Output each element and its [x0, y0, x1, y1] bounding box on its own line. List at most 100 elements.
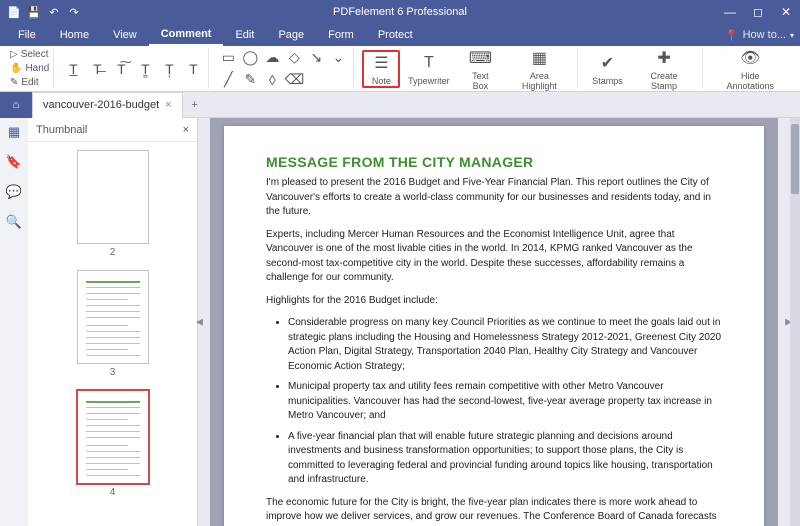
body-text: Highlights for the 2016 Budget include: — [266, 294, 722, 309]
menu-view[interactable]: View — [101, 24, 149, 46]
shape-tools: ▭ ◯ ☁ ◇ ↘ ⌄ ╱ ✎ ◊ ⌫ — [213, 48, 354, 89]
rect-icon[interactable]: ▭ — [217, 47, 239, 69]
eraser-icon[interactable]: ◊ — [261, 69, 283, 91]
menu-bar: File Home View Comment Edit Page Form Pr… — [0, 24, 800, 46]
area-highlight-button[interactable]: ▦ Area Highlight — [505, 45, 573, 93]
page-heading: MESSAGE FROM THE CITY MANAGER — [266, 154, 722, 170]
hide-annotations-group: 👁 Hide Annotations — [707, 48, 794, 89]
howto-link[interactable]: 📍 How to... ▾ — [725, 29, 794, 42]
page-left-caret[interactable]: ◀ — [196, 317, 203, 328]
home-icon: ⌂ — [13, 99, 20, 111]
menu-page[interactable]: Page — [266, 24, 316, 46]
save-icon[interactable]: 💾 — [26, 4, 42, 20]
close-panel-icon[interactable]: × — [183, 124, 189, 136]
window-controls: — ◻ ✕ — [716, 0, 800, 24]
thumbnail-panel: Thumbnail × 2 3 4 — [28, 118, 198, 526]
delete-shape-icon[interactable]: ⌫ — [283, 69, 305, 91]
annotation-buttons: ☰ Note T Typewriter ⌨ Text Box ▦ Area Hi… — [358, 48, 578, 89]
hand-tool[interactable]: ✋Hand — [10, 62, 49, 76]
workspace: ▦ 🔖 💬 🔍 Thumbnail × 2 3 4 ◀ — [0, 118, 800, 526]
bullet-list: Considerable progress on many key Counci… — [266, 316, 722, 488]
menu-comment[interactable]: Comment — [149, 24, 224, 46]
title-bar: 📄 💾 ↶ ↷ PDFelement 6 Professional — ◻ ✕ — [0, 0, 800, 24]
maximize-icon[interactable]: ◻ — [744, 0, 772, 24]
minimize-icon[interactable]: — — [716, 0, 744, 24]
menu-edit[interactable]: Edit — [223, 24, 266, 46]
chevron-down-icon: ▾ — [790, 31, 794, 40]
strikethrough-tool[interactable]: T̶ — [86, 58, 108, 80]
body-text: The economic future for the City is brig… — [266, 496, 722, 526]
home-tab-button[interactable]: ⌂ — [0, 92, 32, 118]
note-icon: ☰ — [370, 52, 392, 74]
menu-form[interactable]: Form — [316, 24, 366, 46]
menu-home[interactable]: Home — [48, 24, 101, 46]
cloud-icon[interactable]: ☁ — [261, 47, 283, 69]
comments-icon[interactable]: 💬 — [6, 184, 22, 200]
vertical-scrollbar[interactable] — [790, 118, 800, 526]
arrow-icon[interactable]: ↘ — [305, 47, 327, 69]
edit-tool[interactable]: ✎Edit — [10, 75, 39, 89]
hand-icon: ✋ — [10, 63, 22, 74]
list-item: A five-year financial plan that will ena… — [288, 430, 722, 488]
search-icon[interactable]: 🔍 — [6, 214, 22, 230]
select-tool[interactable]: ▷Select — [10, 48, 49, 62]
cursor-icon: ▷ — [10, 49, 18, 60]
close-icon[interactable]: ✕ — [772, 0, 800, 24]
list-item: Considerable progress on many key Counci… — [288, 316, 722, 374]
oval-icon[interactable]: ◯ — [239, 47, 261, 69]
typewriter-icon: T — [418, 52, 440, 74]
redo-icon[interactable]: ↷ — [66, 4, 82, 20]
howto-label: How to... — [743, 29, 786, 41]
thumbnail-title: Thumbnail — [36, 124, 87, 136]
text-style-tools: T̲ T̶ T͠ T̳ T̩ T — [58, 48, 209, 89]
document-scroll[interactable]: MESSAGE FROM THE CITY MANAGER I'm please… — [210, 118, 778, 526]
app-title: PDFelement 6 Professional — [333, 6, 467, 18]
note-button[interactable]: ☰ Note — [362, 50, 400, 88]
location-icon: 📍 — [725, 29, 739, 42]
body-text: Experts, including Mercer Human Resource… — [266, 228, 722, 286]
typewriter-button[interactable]: T Typewriter — [402, 50, 455, 88]
create-stamp-icon: ✚ — [653, 47, 675, 69]
thumbnail-page[interactable]: 4 — [77, 390, 149, 498]
tab-label: vancouver-2016-budget — [43, 99, 159, 111]
more-shapes-icon[interactable]: ⌄ — [327, 47, 349, 69]
document-tab[interactable]: vancouver-2016-budget × — [32, 92, 183, 118]
menu-file[interactable]: File — [6, 24, 48, 46]
line-icon[interactable]: ╱ — [217, 69, 239, 91]
edit-icon: ✎ — [10, 77, 18, 88]
tab-strip: ⌂ vancouver-2016-budget × + — [0, 92, 800, 118]
menu-protect[interactable]: Protect — [366, 24, 425, 46]
hide-annotations-button[interactable]: 👁 Hide Annotations — [711, 45, 790, 93]
thumbnail-page[interactable]: 2 — [77, 150, 149, 258]
stamps-button[interactable]: ✔ Stamps — [586, 50, 628, 88]
bookmark-icon[interactable]: 🔖 — [6, 154, 22, 170]
scrollbar-thumb[interactable] — [791, 124, 799, 194]
close-tab-icon[interactable]: × — [165, 99, 171, 111]
undo-icon[interactable]: ↶ — [46, 4, 62, 20]
page-content: MESSAGE FROM THE CITY MANAGER I'm please… — [224, 126, 764, 526]
pencil-icon[interactable]: ✎ — [239, 69, 261, 91]
textbox-icon: ⌨ — [469, 47, 491, 69]
squiggly-tool[interactable]: T͠ — [110, 58, 132, 80]
textbox-button[interactable]: ⌨ Text Box — [457, 45, 503, 93]
ribbon: ▷Select ✋Hand ✎Edit T̲ T̶ T͠ T̳ T̩ T ▭ ◯… — [0, 46, 800, 92]
thumbnail-page[interactable]: 3 — [77, 270, 149, 378]
replace-tool[interactable]: T̩ — [158, 58, 180, 80]
thumbnail-list[interactable]: 2 3 4 — [28, 142, 197, 526]
selection-tools: ▷Select ✋Hand ✎Edit — [6, 48, 54, 89]
polygon-icon[interactable]: ◇ — [283, 47, 305, 69]
side-nav: ▦ 🔖 💬 🔍 — [0, 118, 28, 526]
area-highlight-icon: ▦ — [528, 47, 550, 69]
list-item: Municipal property tax and utility fees … — [288, 380, 722, 424]
underline-tool[interactable]: T̲ — [62, 58, 84, 80]
stamp-icon: ✔ — [596, 52, 618, 74]
insert-tool[interactable]: T̳ — [134, 58, 156, 80]
thumbnails-icon[interactable]: ▦ — [8, 124, 20, 140]
hide-icon: 👁 — [739, 47, 761, 69]
new-tab-button[interactable]: + — [183, 92, 207, 118]
quick-launch: 📄 💾 ↶ ↷ — [0, 4, 82, 20]
thumbnail-header: Thumbnail × — [28, 118, 197, 142]
stamp-buttons: ✔ Stamps ✚ Create Stamp — [582, 48, 702, 89]
create-stamp-button[interactable]: ✚ Create Stamp — [631, 45, 698, 93]
highlight-tool[interactable]: T — [182, 58, 204, 80]
